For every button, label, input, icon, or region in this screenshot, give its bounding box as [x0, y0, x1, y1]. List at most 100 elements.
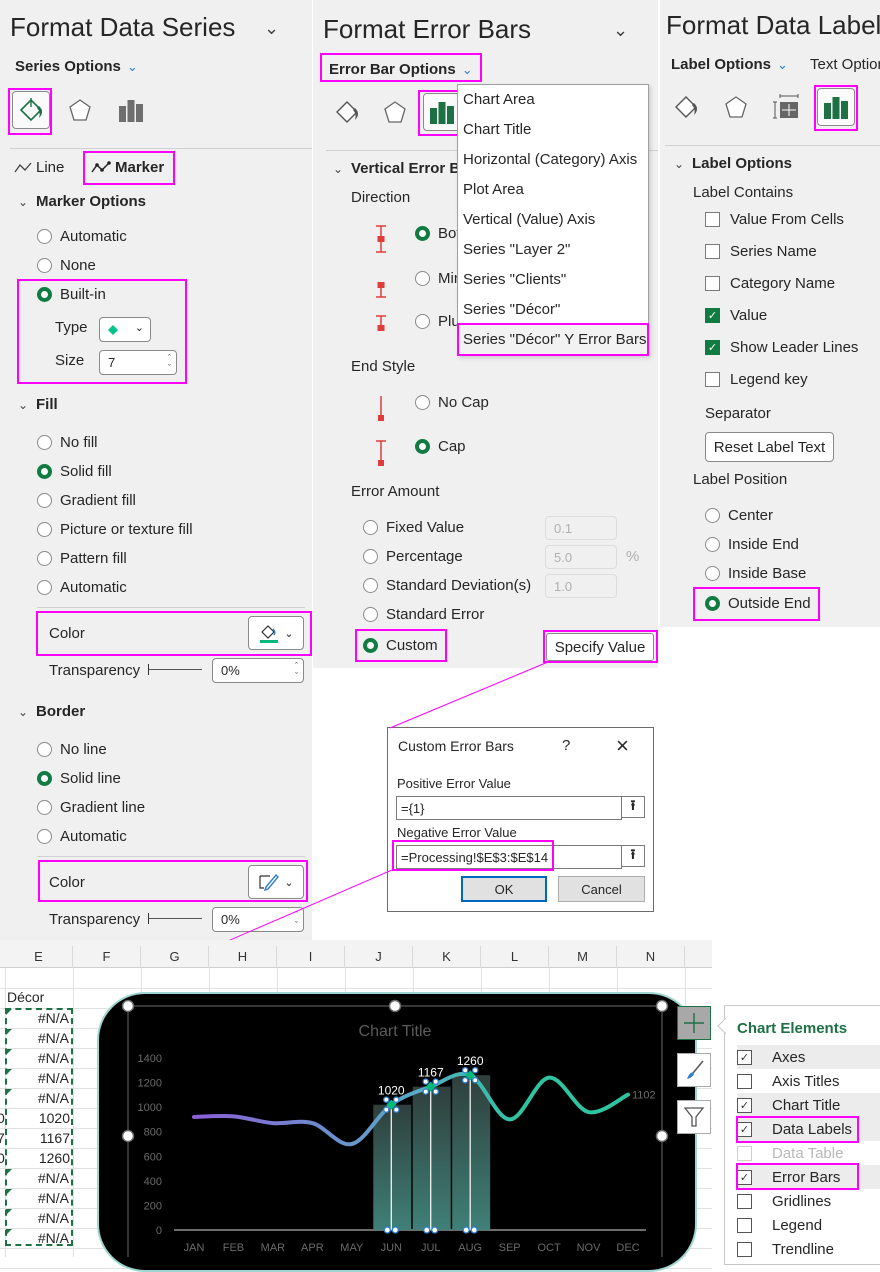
menu-item-series-decor[interactable]: Series "Décor" — [458, 295, 648, 325]
data-label-jun[interactable]: 1020 — [378, 1084, 405, 1098]
checkbox-checked[interactable]: ✓ — [737, 1169, 752, 1185]
selection-handle[interactable] — [422, 1088, 429, 1095]
radio-button-selected[interactable] — [37, 287, 52, 302]
radio-button[interactable] — [37, 522, 52, 537]
radio-button[interactable] — [37, 229, 52, 244]
std-deviation-input[interactable]: 1.0 — [545, 574, 617, 598]
chart-element-error-bars[interactable]: ✓ Error Bars — [737, 1165, 880, 1189]
category-name-checkbox[interactable]: Category Name — [705, 275, 835, 292]
std-error-radio[interactable]: Standard Error — [363, 606, 484, 623]
selection-handle[interactable] — [393, 1106, 400, 1113]
error-bar-handle[interactable] — [431, 1226, 439, 1234]
value-from-cells-checkbox[interactable]: Value From Cells — [705, 211, 844, 228]
chart-element-axis-titles[interactable]: Axis Titles — [737, 1069, 880, 1093]
radio-button-selected[interactable] — [37, 464, 52, 479]
marker-type-select[interactable]: ⌄ — [99, 317, 151, 342]
chart-filters-button[interactable] — [677, 1100, 711, 1134]
fixed-value-input[interactable]: 0.1 — [545, 516, 617, 540]
error-bar-handle[interactable] — [391, 1226, 399, 1234]
chart-element-data-table[interactable]: Data Table — [737, 1141, 880, 1165]
selection-handle[interactable] — [383, 1106, 390, 1113]
close-button[interactable]: × — [616, 733, 629, 759]
checkbox[interactable] — [737, 1217, 752, 1233]
fill-picture-radio[interactable]: Picture or texture fill — [37, 521, 193, 538]
tab-line[interactable]: Line — [14, 159, 64, 176]
fill-heading[interactable]: ⌄ Fill — [18, 396, 58, 413]
radio-button[interactable] — [415, 314, 430, 329]
error-bar-options-tab[interactable] — [423, 93, 461, 131]
radio-button[interactable] — [415, 395, 430, 410]
data-label-dec[interactable]: 1102 — [632, 1090, 656, 1102]
radio-button[interactable] — [37, 742, 52, 757]
fill-line-tab[interactable] — [328, 93, 366, 131]
series-options-tab[interactable] — [112, 91, 150, 129]
checkbox[interactable] — [705, 212, 720, 227]
radio-button[interactable] — [37, 580, 52, 595]
border-no-line-radio[interactable]: No line — [37, 741, 107, 758]
border-heading[interactable]: ⌄ Border — [18, 703, 85, 720]
fill-transparency-slider[interactable] — [148, 664, 202, 675]
radio-button-selected[interactable] — [705, 596, 720, 611]
percentage-input[interactable]: 5.0 — [545, 545, 617, 569]
series-options-dropdown[interactable]: Series Options ⌄ — [15, 58, 138, 75]
radio-button-selected[interactable] — [363, 638, 378, 653]
radio-button[interactable] — [363, 520, 378, 535]
checkbox-checked[interactable]: ✓ — [705, 308, 720, 323]
radio-button[interactable] — [37, 829, 52, 844]
selection-handle[interactable] — [432, 1078, 439, 1085]
radio-button[interactable] — [37, 551, 52, 566]
marker-options-heading[interactable]: ⌄ Marker Options — [18, 193, 146, 210]
error-bar-handle[interactable] — [423, 1226, 431, 1234]
menu-item-series-layer2[interactable]: Series "Layer 2" — [458, 235, 648, 265]
data-label-jul[interactable]: 1167 — [418, 1066, 444, 1080]
help-button[interactable]: ? — [562, 737, 570, 754]
selection-handle[interactable] — [461, 1076, 469, 1084]
error-bar-handle[interactable] — [383, 1226, 391, 1234]
label-options-heading[interactable]: ⌄ Label Options — [674, 155, 792, 172]
selection-handle[interactable] — [432, 1088, 439, 1095]
checkbox[interactable] — [737, 1073, 752, 1089]
chart-title[interactable]: Chart Title — [359, 1023, 432, 1040]
text-options-tab[interactable]: Text Options — [810, 56, 880, 73]
checkbox[interactable] — [705, 244, 720, 259]
radio-button[interactable] — [363, 607, 378, 622]
radio-button[interactable] — [363, 578, 378, 593]
radio-button[interactable] — [37, 800, 52, 815]
selection-handle[interactable] — [471, 1076, 479, 1084]
fill-color-picker[interactable]: ⌄ — [248, 616, 304, 650]
positive-error-input[interactable]: ={1} — [396, 796, 622, 820]
error-bar-handle[interactable] — [462, 1226, 470, 1234]
collapse-dialog-button[interactable]: ⭱ — [621, 845, 645, 867]
menu-item-series-decor-error-bars[interactable]: Series "Décor" Y Error Bars — [458, 325, 648, 355]
selection-handle[interactable] — [422, 1078, 429, 1085]
fixed-value-radio[interactable]: Fixed Value — [363, 519, 464, 536]
effects-tab[interactable] — [717, 88, 755, 126]
data-label-aug[interactable]: 1260 — [457, 1054, 484, 1068]
menu-item-chart-area[interactable]: Chart Area — [458, 85, 648, 115]
radio-button[interactable] — [705, 566, 720, 581]
label-options-tab[interactable] — [817, 88, 855, 126]
chart-element-gridlines[interactable]: Gridlines — [737, 1189, 880, 1213]
chart-styles-button[interactable] — [677, 1053, 711, 1087]
radio-button-selected[interactable] — [37, 771, 52, 786]
radio-button[interactable] — [363, 549, 378, 564]
reset-label-text-button[interactable]: Reset Label Text — [705, 432, 834, 462]
tab-marker[interactable]: Marker — [91, 159, 164, 176]
percentage-radio[interactable]: Percentage — [363, 548, 463, 565]
collapse-dialog-button[interactable]: ⭱ — [621, 796, 645, 818]
border-automatic-radio[interactable]: Automatic — [37, 828, 127, 845]
fill-line-tab[interactable] — [12, 91, 50, 129]
radio-button-selected[interactable] — [415, 439, 430, 454]
chart-elements-button[interactable] — [677, 1006, 711, 1040]
position-outside-end-radio[interactable]: Outside End — [705, 595, 811, 612]
position-center-radio[interactable]: Center — [705, 507, 773, 524]
resize-handle[interactable] — [655, 999, 669, 1013]
panel-collapse-chevron-icon[interactable]: ⌄ — [613, 20, 628, 41]
checkbox[interactable] — [737, 1193, 752, 1209]
resize-handle[interactable] — [121, 1129, 135, 1143]
bar-aug[interactable] — [452, 1075, 491, 1230]
bar-jun[interactable] — [373, 1104, 412, 1230]
checkbox-checked[interactable]: ✓ — [705, 340, 720, 355]
error-bar-options-dropdown[interactable]: Error Bar Options ⌄ — [329, 61, 473, 78]
effects-tab[interactable] — [376, 93, 414, 131]
